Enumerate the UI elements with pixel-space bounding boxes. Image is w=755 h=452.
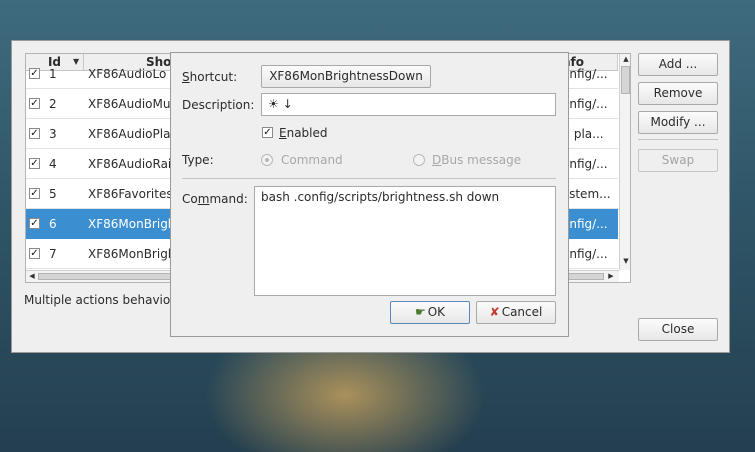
row-id: 5 <box>49 187 57 201</box>
row-shortcut: XF86MonBrigh <box>88 217 176 231</box>
vertical-scroll-thumb[interactable] <box>621 66 630 94</box>
modify-button[interactable]: Modify ... <box>638 111 718 134</box>
dialog-separator <box>182 178 556 179</box>
row-shortcut: XF86AudioMu <box>88 97 171 111</box>
type-command-label: Command <box>281 153 343 167</box>
row-info: onfig/... <box>562 67 608 81</box>
command-textarea[interactable]: bash .config/scripts/brightness.sh down <box>254 186 556 296</box>
row-enabled-checkbox[interactable]: ✓ <box>29 218 40 229</box>
command-label: Command: <box>182 192 248 206</box>
row-info: tl pla... <box>562 127 604 141</box>
row-id: 6 <box>49 217 57 231</box>
scroll-down-arrow-icon[interactable]: ▼ <box>621 257 630 267</box>
row-shortcut: XF86AudioPla <box>88 127 171 141</box>
add-button[interactable]: Add ... <box>638 53 718 76</box>
remove-button[interactable]: Remove <box>638 82 718 105</box>
row-id: 3 <box>49 127 57 141</box>
shortcut-label: Shortcut: <box>182 70 238 84</box>
row-enabled-checkbox[interactable]: ✓ <box>29 188 40 199</box>
ok-button[interactable]: ☛ OK <box>390 301 470 324</box>
close-button[interactable]: Close <box>638 318 718 341</box>
shortcut-capture-button[interactable]: XF86MonBrightnessDown <box>261 65 431 88</box>
row-enabled-checkbox[interactable]: ✓ <box>29 98 40 109</box>
description-input[interactable]: ☀ ↓ <box>261 93 556 116</box>
row-id: 2 <box>49 97 57 111</box>
row-shortcut: XF86Favorites <box>88 187 173 201</box>
row-info: onfig/... <box>562 217 608 231</box>
row-enabled-checkbox[interactable]: ✓ <box>29 128 40 139</box>
type-dbus-radio[interactable] <box>413 154 425 166</box>
swap-button[interactable]: Swap <box>638 149 718 172</box>
row-id: 4 <box>49 157 57 171</box>
row-info: onfig/... <box>562 97 608 111</box>
row-shortcut: XF86AudioLo <box>88 67 167 81</box>
row-id: 7 <box>49 247 57 261</box>
scroll-right-arrow-icon[interactable]: ▶ <box>606 272 616 282</box>
type-dbus-label: DBus message <box>432 153 522 167</box>
row-id: 1 <box>49 67 57 81</box>
vertical-scrollbar[interactable]: ▲ ▼ <box>619 54 630 270</box>
description-label: Description: <box>182 98 255 112</box>
cancel-button[interactable]: ✘ Cancel <box>476 301 556 324</box>
row-enabled-checkbox[interactable]: ✓ <box>29 248 40 259</box>
multiple-actions-label: Multiple actions behavio <box>24 293 171 307</box>
row-info: ystem... <box>562 187 611 201</box>
edit-shortcut-dialog: Shortcut: XF86MonBrightnessDown Descript… <box>170 52 569 337</box>
row-info: onfig/... <box>562 247 608 261</box>
row-shortcut: XF86MonBrigl <box>88 247 172 261</box>
row-enabled-checkbox[interactable]: ✓ <box>29 158 40 169</box>
row-enabled-checkbox[interactable]: ✓ <box>29 68 40 79</box>
scroll-left-arrow-icon[interactable]: ◀ <box>27 272 37 282</box>
button-separator <box>638 139 718 140</box>
cancel-x-icon: ✘ <box>489 305 500 319</box>
scroll-up-arrow-icon[interactable]: ▲ <box>621 55 630 65</box>
type-command-radio[interactable] <box>261 154 273 166</box>
type-label: Type: <box>182 153 214 167</box>
row-shortcut: XF86AudioRai <box>88 157 172 171</box>
row-info: onfig/... <box>562 157 608 171</box>
enabled-label: Enabled <box>279 126 328 140</box>
enabled-checkbox[interactable]: ✓ <box>262 127 273 138</box>
ok-hand-icon: ☛ <box>414 305 426 319</box>
